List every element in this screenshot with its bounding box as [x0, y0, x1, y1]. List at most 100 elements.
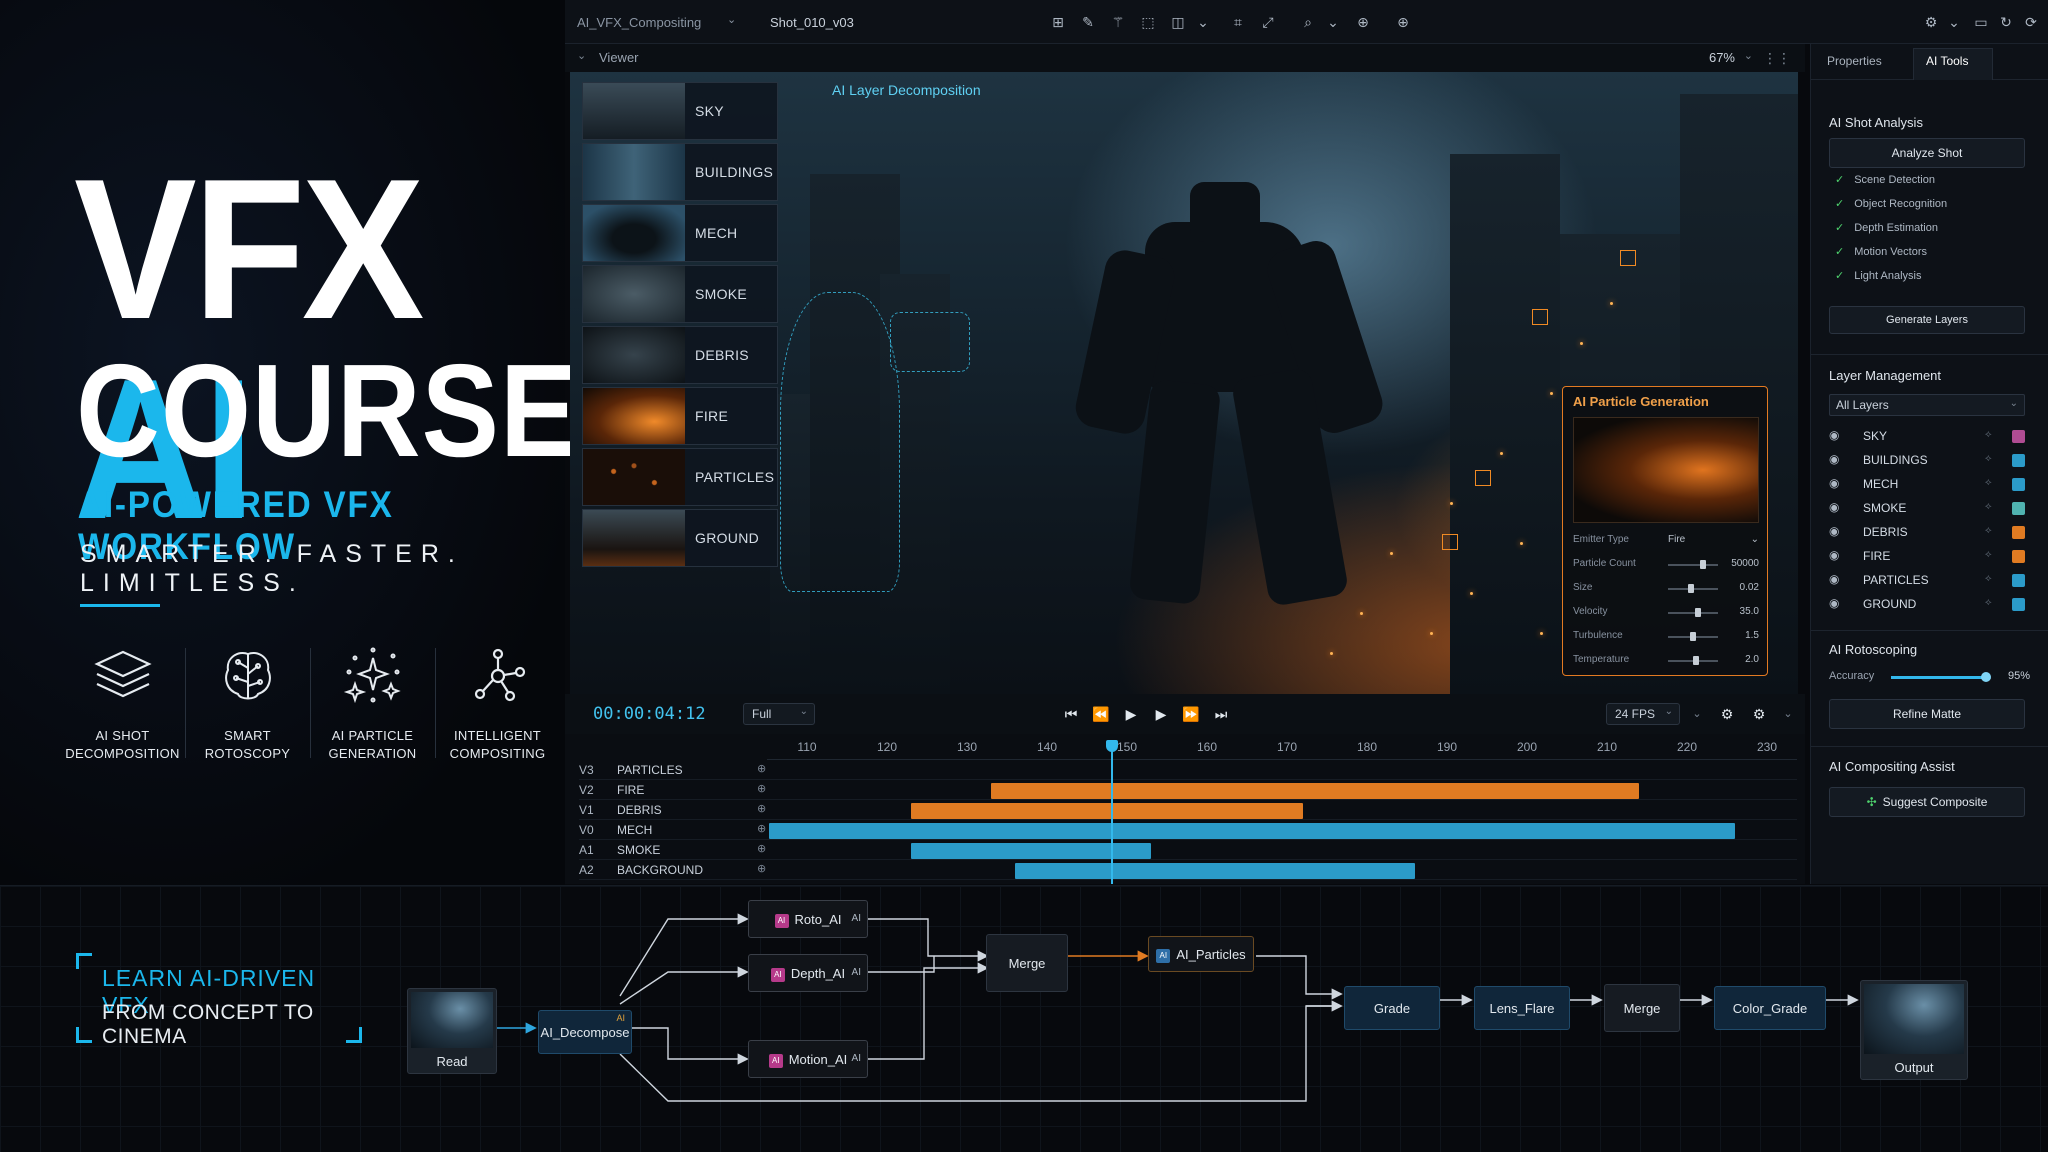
project-selector[interactable]: AI_VFX_Compositing: [577, 15, 701, 30]
layer-item-sky[interactable]: SKY: [582, 82, 778, 140]
link-icon[interactable]: ⟡: [1985, 573, 1992, 584]
tracking-marker[interactable]: [1620, 250, 1636, 266]
zoom-tool-icon[interactable]: ⌕: [1297, 11, 1319, 33]
eye-icon[interactable]: ◉: [1829, 572, 1839, 586]
track-toggle-icon[interactable]: ⊕: [757, 762, 766, 775]
chevron-down-icon[interactable]: ⌄: [1744, 49, 1753, 62]
track-toggle-icon[interactable]: ⊕: [757, 782, 766, 795]
slider-knob[interactable]: [1700, 560, 1706, 569]
chevron-down-icon[interactable]: ⌄: [1192, 11, 1214, 33]
tracking-marker[interactable]: [1532, 309, 1548, 325]
timeline-track-a1[interactable]: A1 SMOKE ⊕: [579, 840, 1797, 860]
layer-row-particles[interactable]: ◉ PARTICLES ⟡: [1829, 569, 2025, 591]
layer-color-swatch[interactable]: [2012, 502, 2025, 515]
timeline-clip-mech[interactable]: [769, 823, 1735, 839]
timeline-ruler[interactable]: 110 120 130 140 150 160 170 180 190 200 …: [767, 734, 1797, 760]
layer-color-swatch[interactable]: [2012, 478, 2025, 491]
slider-knob[interactable]: [1981, 672, 1991, 682]
chevron-down-icon[interactable]: ⌄: [1322, 11, 1344, 33]
param-particle-count[interactable]: Particle Count 50000: [1573, 555, 1759, 573]
chevron-down-icon[interactable]: ⌄: [1665, 706, 1673, 717]
loop-icon[interactable]: ↻: [1995, 11, 2017, 33]
tab-properties[interactable]: Properties: [1827, 54, 1882, 68]
chevron-down-icon[interactable]: ⌄: [1943, 11, 1965, 33]
slider-knob[interactable]: [1690, 632, 1696, 641]
layer-color-swatch[interactable]: [2012, 430, 2025, 443]
param-turbulence[interactable]: Turbulence 1.5: [1573, 627, 1759, 645]
accuracy-slider[interactable]: [1891, 672, 1991, 682]
track-toggle-icon[interactable]: ⊕: [757, 822, 766, 835]
globe-tool-icon[interactable]: ⊕: [1352, 11, 1374, 33]
playhead[interactable]: [1111, 744, 1113, 884]
slider-knob[interactable]: [1692, 656, 1699, 665]
node-motion-ai[interactable]: AI Motion_AI AI: [748, 1040, 868, 1078]
chevron-down-icon[interactable]: ⌄: [2010, 398, 2018, 409]
link-icon[interactable]: ⟡: [1985, 477, 1992, 488]
emitter-type-value[interactable]: Fire: [1668, 534, 1685, 545]
chevron-down-icon[interactable]: ⌄: [727, 13, 736, 26]
layer-item-buildings[interactable]: BUILDINGS: [582, 143, 778, 201]
tab-ai-tools[interactable]: AI Tools: [1926, 54, 1968, 68]
eye-icon[interactable]: ◉: [1829, 452, 1839, 466]
layer-item-particles[interactable]: PARTICLES: [582, 448, 778, 506]
mask-tool-icon[interactable]: ◫: [1167, 11, 1189, 33]
go-to-start-icon[interactable]: ⏮: [1061, 704, 1081, 724]
emitter-type-row[interactable]: Emitter Type Fire ⌄: [1573, 531, 1759, 549]
node-ai-particles[interactable]: AI AI_Particles: [1148, 936, 1254, 972]
add-tool-icon[interactable]: ⊕: [1392, 11, 1414, 33]
layer-item-mech[interactable]: MECH: [582, 204, 778, 262]
layer-item-smoke[interactable]: SMOKE: [582, 265, 778, 323]
layer-row-debris[interactable]: ◉ DEBRIS ⟡: [1829, 521, 2025, 543]
generate-layers-button[interactable]: Generate Layers: [1829, 306, 2025, 334]
eye-icon[interactable]: ◉: [1829, 596, 1839, 610]
timecode[interactable]: 00:00:04:12: [593, 704, 706, 724]
layer-filter-dropdown[interactable]: All Layers ⌄: [1829, 394, 2025, 416]
track-toggle-icon[interactable]: ⊕: [757, 862, 766, 875]
param-slider[interactable]: [1668, 564, 1718, 566]
viewer-canvas[interactable]: AI Layer Decomposition SKY BUILDINGS MEC…: [570, 72, 1798, 694]
layer-color-swatch[interactable]: [2012, 598, 2025, 611]
node-lens-flare[interactable]: Lens_Flare: [1474, 986, 1570, 1030]
step-forward-icon[interactable]: ⏩: [1181, 704, 1201, 724]
param-slider[interactable]: [1668, 612, 1718, 614]
chevron-down-icon[interactable]: ⌄: [1687, 704, 1707, 724]
wand-tool-icon[interactable]: ⚚: [1107, 11, 1129, 33]
layer-color-swatch[interactable]: [2012, 574, 2025, 587]
timeline-clip-smoke[interactable]: [911, 843, 1151, 859]
tracker-tool-icon[interactable]: ⤢: [1257, 11, 1279, 33]
play-icon[interactable]: ▶: [1121, 704, 1141, 724]
node-merge-1[interactable]: Merge: [986, 934, 1068, 992]
eye-icon[interactable]: ◉: [1829, 428, 1839, 442]
collapse-chevron-icon[interactable]: ⌄: [577, 49, 586, 62]
settings-icon[interactable]: ⚙: [1749, 704, 1769, 724]
link-icon[interactable]: ⟡: [1985, 453, 1992, 464]
chevron-down-icon[interactable]: ⌄: [1778, 704, 1798, 724]
eye-icon[interactable]: ◉: [1829, 500, 1839, 514]
layer-row-buildings[interactable]: ◉ BUILDINGS ⟡: [1829, 449, 2025, 471]
zoom-level[interactable]: 67%: [1709, 50, 1735, 65]
link-icon[interactable]: ⟡: [1985, 525, 1992, 536]
shot-name[interactable]: Shot_010_v03: [770, 15, 854, 30]
link-icon[interactable]: ⟡: [1985, 549, 1992, 560]
play-forward-icon[interactable]: ▶: [1151, 704, 1171, 724]
track-toggle-icon[interactable]: ⊕: [757, 802, 766, 815]
go-to-end-icon[interactable]: ⏭: [1211, 704, 1231, 724]
layer-row-sky[interactable]: ◉ SKY ⟡: [1829, 425, 2025, 447]
transform-tool-icon[interactable]: ⊞: [1047, 11, 1069, 33]
eye-icon[interactable]: ◉: [1829, 524, 1839, 538]
layer-item-ground[interactable]: GROUND: [582, 509, 778, 567]
grid-icon[interactable]: ⋮⋮: [1763, 50, 1791, 67]
layer-item-fire[interactable]: FIRE: [582, 387, 778, 445]
fps-select[interactable]: 24 FPS ⌄: [1606, 703, 1680, 725]
eye-icon[interactable]: ◉: [1829, 476, 1839, 490]
node-ai-decompose[interactable]: AI_Decompose AI: [538, 1010, 632, 1054]
crop-tool-icon[interactable]: ⌗: [1227, 11, 1249, 33]
layer-item-debris[interactable]: DEBRIS: [582, 326, 778, 384]
layer-row-ground[interactable]: ◉ GROUND ⟡: [1829, 593, 2025, 615]
timeline[interactable]: 110 120 130 140 150 160 170 180 190 200 …: [565, 734, 1805, 884]
settings-icon[interactable]: ⚙: [1920, 11, 1942, 33]
layer-color-swatch[interactable]: [2012, 454, 2025, 467]
shape-tool-icon[interactable]: ⬚: [1137, 11, 1159, 33]
layer-color-swatch[interactable]: [2012, 550, 2025, 563]
param-velocity[interactable]: Velocity 35.0: [1573, 603, 1759, 621]
